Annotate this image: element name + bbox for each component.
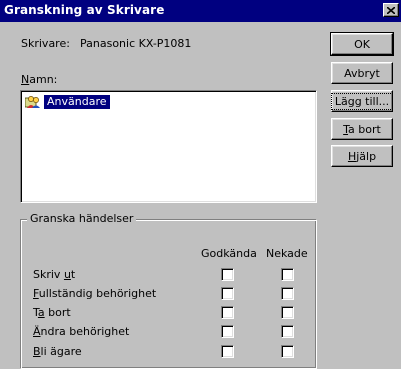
cancel-button[interactable]: Avbryt bbox=[331, 62, 393, 84]
cancel-button-label: Avbryt bbox=[344, 66, 380, 80]
close-icon bbox=[387, 6, 395, 14]
event-label-accel: u bbox=[63, 268, 71, 281]
event-label-post: bort bbox=[44, 306, 71, 319]
event-label-take-ownership: Bli ägare bbox=[33, 345, 82, 358]
help-button-label: Hjälp bbox=[348, 150, 376, 163]
failure-column-header: Nekade bbox=[266, 247, 308, 260]
list-item-label: Användare bbox=[44, 95, 110, 109]
names-label: Namn: bbox=[21, 73, 57, 86]
change-permissions-failure-checkbox[interactable] bbox=[281, 325, 294, 338]
event-label-post: li ägare bbox=[40, 345, 82, 358]
ok-button-label: OK bbox=[354, 37, 370, 51]
names-listbox[interactable]: Användare bbox=[20, 90, 317, 203]
full-control-failure-checkbox[interactable] bbox=[281, 287, 294, 300]
event-label-accel: B bbox=[33, 345, 41, 358]
event-label-post: ullständig behörighet bbox=[38, 287, 157, 300]
names-label-accel: N bbox=[21, 73, 30, 86]
audit-events-title: Granska händelser bbox=[27, 212, 137, 225]
event-label-full-control: Fullständig behörighet bbox=[33, 287, 156, 300]
event-label-change-permissions: Ändra behörighet bbox=[33, 325, 129, 338]
help-button[interactable]: Hjälp bbox=[331, 145, 393, 167]
remove-button[interactable]: Ta bort bbox=[331, 118, 393, 140]
printer-name: Panasonic KX-P1081 bbox=[80, 37, 192, 50]
event-label-accel: a bbox=[37, 306, 45, 319]
remove-button-rest: a bort bbox=[348, 122, 381, 136]
audit-dialog: Granskning av Skrivare Skrivare: Panason… bbox=[0, 0, 401, 369]
ok-button[interactable]: OK bbox=[330, 32, 394, 56]
add-button-label: Lägg till... bbox=[330, 92, 394, 110]
take-ownership-failure-checkbox[interactable] bbox=[281, 345, 294, 358]
event-label-delete: Ta bort bbox=[33, 306, 71, 319]
print-success-checkbox[interactable] bbox=[221, 268, 234, 281]
printer-label: Skrivare: bbox=[21, 37, 70, 50]
add-button[interactable]: Lägg till... bbox=[330, 90, 394, 112]
delete-failure-checkbox[interactable] bbox=[281, 306, 294, 319]
list-item[interactable]: Användare bbox=[25, 94, 110, 110]
print-failure-checkbox[interactable] bbox=[281, 268, 294, 281]
full-control-success-checkbox[interactable] bbox=[221, 287, 234, 300]
event-label-pre: Skriv bbox=[33, 268, 64, 281]
event-label-post: ndra behörighet bbox=[40, 325, 130, 338]
take-ownership-success-checkbox[interactable] bbox=[221, 345, 234, 358]
success-column-header: Godkända bbox=[201, 247, 257, 260]
help-button-rest: jälp bbox=[356, 149, 377, 163]
title-bar: Granskning av Skrivare bbox=[0, 0, 401, 22]
change-permissions-success-checkbox[interactable] bbox=[221, 325, 234, 338]
names-label-rest: amn: bbox=[29, 73, 58, 86]
help-button-accel: H bbox=[347, 149, 357, 163]
event-label-post: t bbox=[70, 268, 76, 281]
event-label-print: Skriv ut bbox=[33, 268, 75, 281]
delete-success-checkbox[interactable] bbox=[221, 306, 234, 319]
event-label-accel: Ä bbox=[33, 325, 41, 338]
window-title: Granskning av Skrivare bbox=[4, 3, 165, 17]
close-button[interactable] bbox=[383, 3, 399, 17]
remove-button-label: Ta bort bbox=[343, 123, 381, 136]
users-group-icon bbox=[25, 96, 40, 108]
